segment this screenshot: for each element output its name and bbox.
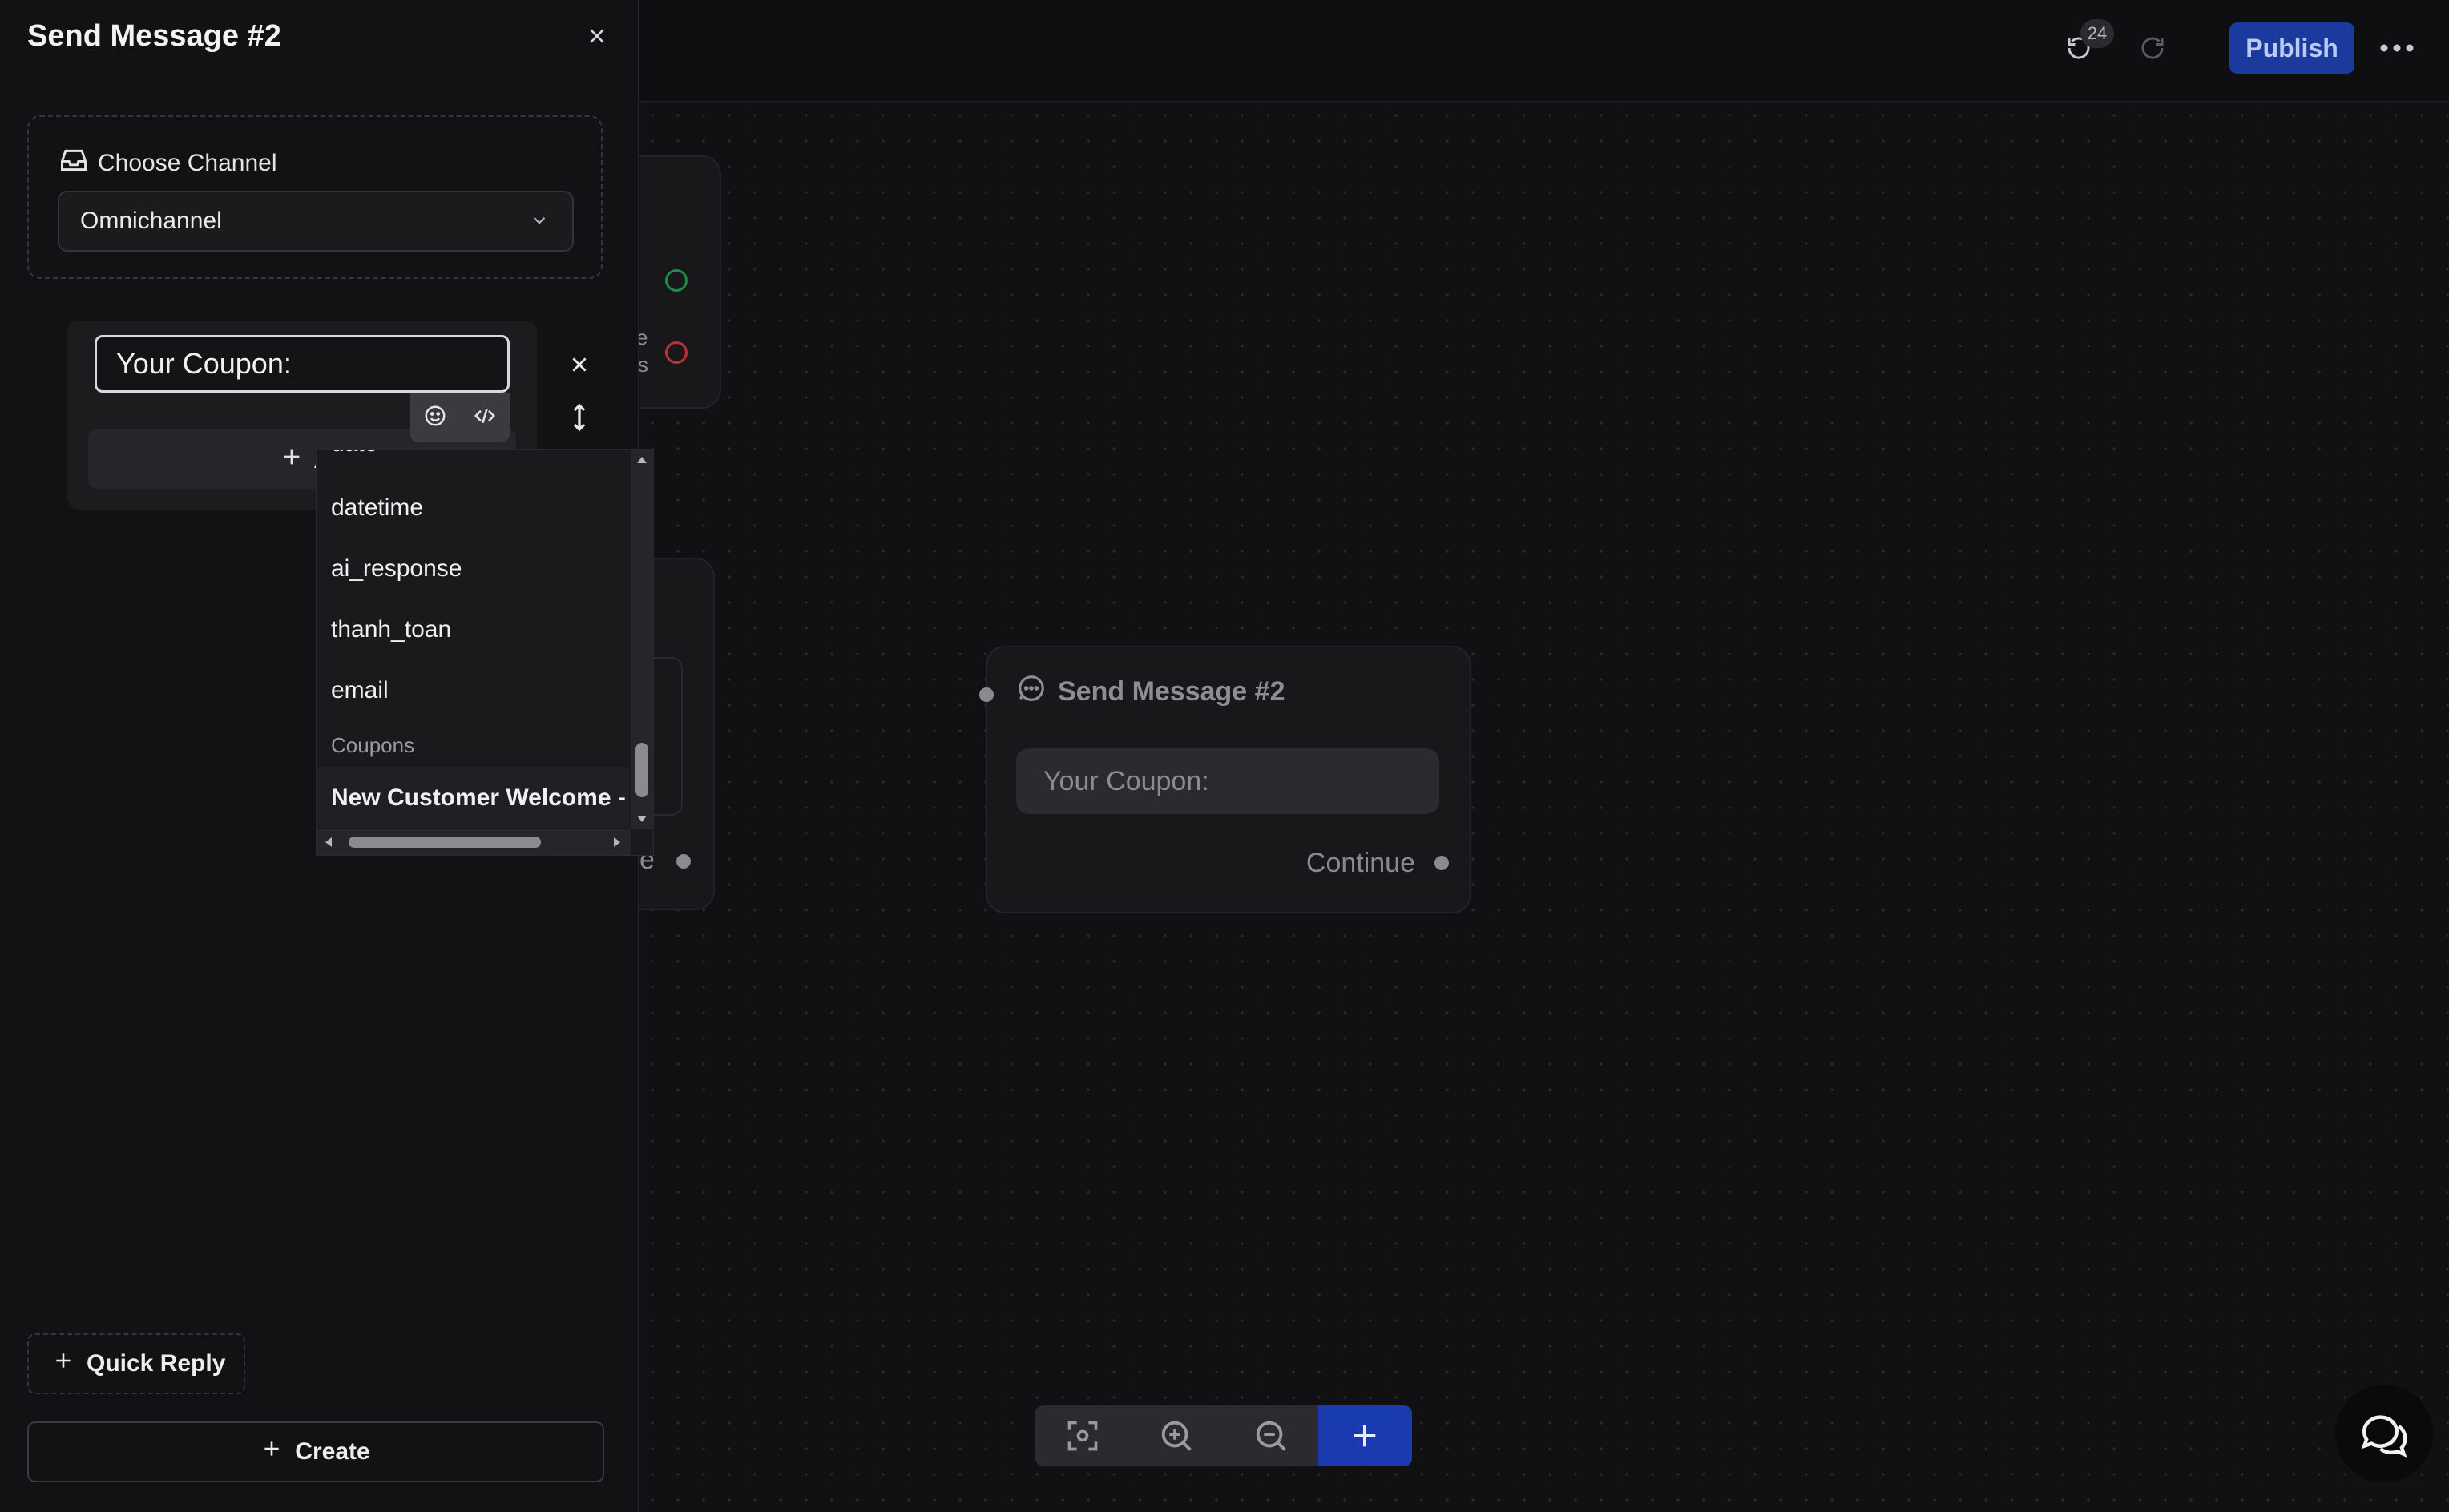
vertical-scrollbar[interactable] [631, 450, 653, 829]
plus-icon [280, 445, 303, 474]
send-message-node[interactable]: Send Message #2 Your Coupon: Continue [986, 646, 1471, 913]
chat-icon [1016, 673, 1047, 711]
channel-label-text: Choose Channel [98, 150, 277, 176]
node-continue-label: Continue [1305, 848, 1415, 878]
fit-view-icon[interactable] [1035, 1405, 1130, 1466]
reorder-icon[interactable] [561, 399, 598, 436]
horizontal-scroll-thumb[interactable] [349, 837, 541, 848]
variable-list: date datetime ai_response thanh_toan ema… [317, 450, 629, 829]
node-title-text: Send Message #2 [1058, 676, 1285, 707]
quick-reply-button[interactable]: Quick Reply [27, 1333, 245, 1394]
error-handle[interactable] [665, 341, 688, 364]
close-panel-icon[interactable] [579, 18, 615, 54]
variable-item[interactable]: date [331, 450, 377, 458]
panel-title: Send Message #2 [27, 19, 281, 53]
node-input-handle[interactable] [979, 687, 994, 702]
channel-select-value: Omnichannel [80, 208, 222, 234]
variable-item[interactable]: thanh_toan [331, 616, 451, 643]
message-input-toolbar [410, 393, 510, 442]
create-button-label: Create [295, 1438, 370, 1465]
variable-item[interactable]: datetime [331, 494, 423, 522]
redo-icon[interactable] [2133, 29, 2172, 67]
more-options-icon[interactable] [2377, 30, 2417, 66]
quick-reply-label: Quick Reply [87, 1350, 226, 1377]
remove-message-icon[interactable] [561, 346, 598, 383]
node-title: Send Message #2 [1016, 673, 1285, 711]
plus-icon [261, 1438, 282, 1466]
code-variable-icon[interactable] [473, 404, 497, 432]
history-count-badge: 24 [2080, 19, 2114, 48]
success-handle[interactable] [665, 269, 688, 292]
coupon-item[interactable]: New Customer Welcome - [331, 784, 626, 812]
chevron-down-icon [529, 210, 550, 237]
variable-item[interactable]: email [331, 677, 389, 704]
channel-label: Choose Channel [59, 147, 277, 179]
publish-button[interactable]: Publish [2229, 22, 2354, 74]
flow-canvas[interactable] [639, 0, 2449, 1512]
inbox-icon [59, 147, 88, 179]
node-continue-handle[interactable] [1434, 856, 1449, 870]
zoom-controls [1035, 1405, 1412, 1466]
support-chat-button[interactable] [2335, 1385, 2433, 1482]
horizontal-scrollbar[interactable] [317, 829, 631, 855]
coupons-group-label: Coupons [331, 733, 415, 757]
zoom-out-icon[interactable] [1224, 1405, 1318, 1466]
partial-node-bottom-handle[interactable] [676, 854, 691, 869]
emoji-icon[interactable] [423, 404, 447, 432]
node-message-chip[interactable]: Your Coupon: [1016, 748, 1439, 814]
variable-dropdown: date datetime ai_response thanh_toan ema… [316, 449, 654, 856]
channel-select[interactable]: Omnichannel [58, 191, 574, 252]
channel-section: Choose Channel Omnichannel [27, 115, 603, 279]
vertical-scroll-thumb[interactable] [635, 743, 648, 797]
zoom-in-icon[interactable] [1130, 1405, 1224, 1466]
top-bar [639, 0, 2449, 103]
add-node-button[interactable] [1317, 1405, 1412, 1466]
plus-icon [53, 1350, 74, 1377]
message-text-input[interactable]: Your Coupon: [95, 335, 510, 393]
variable-item[interactable]: ai_response [331, 555, 462, 583]
create-button[interactable]: Create [27, 1421, 604, 1482]
